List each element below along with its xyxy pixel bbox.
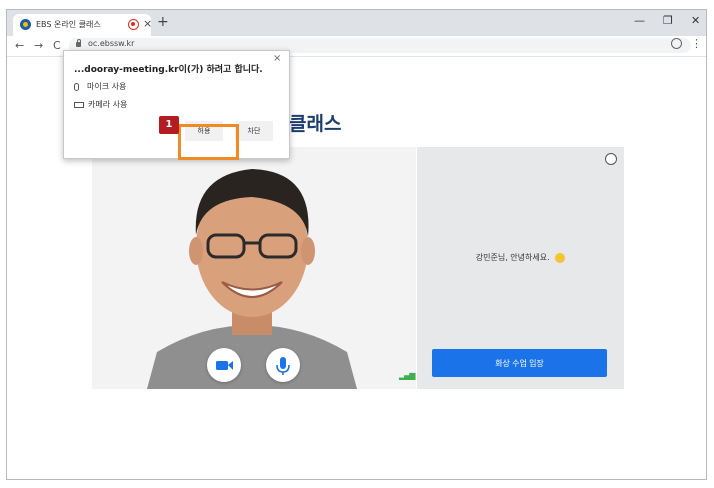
video-camera-icon [216, 361, 233, 370]
microphone-icon [74, 82, 79, 91]
greeting-text: 강민준님, 안녕하세요. [475, 253, 550, 262]
user-video-image [92, 147, 416, 389]
camera-preview [92, 147, 416, 389]
microphone-icon [276, 357, 290, 375]
url-text[interactable]: oc.ebssw.kr [88, 39, 134, 48]
tab-close-icon[interactable]: × [143, 17, 152, 30]
settings-icon[interactable] [605, 153, 617, 165]
tab-bar: EBS 온라인 클래스 × + — ❐ ✕ [7, 10, 706, 36]
block-button[interactable]: 차단 [235, 121, 273, 141]
microphone-toggle-button[interactable] [266, 348, 300, 382]
step-badge: 1 [159, 116, 179, 134]
reload-button[interactable]: C [53, 39, 61, 52]
menu-icon[interactable]: ⋮ [691, 37, 702, 50]
browser-window: EBS 온라인 클래스 × + — ❐ ✕ ← → C oc.ebssw.kr … [6, 9, 707, 480]
back-button[interactable]: ← [15, 39, 24, 52]
minimize-button[interactable]: — [634, 14, 645, 27]
popup-close-icon[interactable]: × [273, 53, 281, 64]
page-brand-title: 클래스 [289, 113, 342, 135]
greeting-line: 강민준님, 안녕하세요. [417, 252, 624, 263]
recording-indicator-icon [128, 19, 139, 30]
tab-title: EBS 온라인 클래스 [36, 20, 101, 29]
enter-class-button[interactable]: 화상 수업 입장 [432, 349, 607, 377]
forward-button[interactable]: → [34, 39, 43, 52]
close-window-button[interactable]: ✕ [691, 14, 700, 27]
camera-icon [74, 101, 84, 108]
smile-emoji-icon [555, 252, 566, 263]
permission-popup: ...dooray-meeting.kr이(가) 하려고 합니다. × 마이크 … [63, 50, 290, 159]
lock-icon[interactable] [76, 39, 81, 47]
join-panel: 강민준님, 안녕하세요. 화상 수업 입장 [417, 147, 624, 389]
allow-highlight-box [178, 124, 239, 160]
account-icon[interactable] [671, 38, 682, 49]
camera-label: 카메라 사용 [88, 100, 128, 109]
permission-microphone: 마이크 사용 [74, 81, 126, 92]
permission-camera: 카메라 사용 [74, 99, 127, 110]
audio-level-icon: ▂▄▆ [399, 371, 416, 380]
permission-title: ...dooray-meeting.kr이(가) 하려고 합니다. [74, 65, 263, 75]
camera-toggle-button[interactable] [207, 348, 241, 382]
microphone-label: 마이크 사용 [87, 82, 127, 91]
new-tab-button[interactable]: + [157, 14, 169, 30]
restore-button[interactable]: ❐ [663, 14, 673, 27]
site-favicon-icon [20, 19, 31, 30]
browser-tab[interactable]: EBS 온라인 클래스 × [13, 14, 152, 36]
